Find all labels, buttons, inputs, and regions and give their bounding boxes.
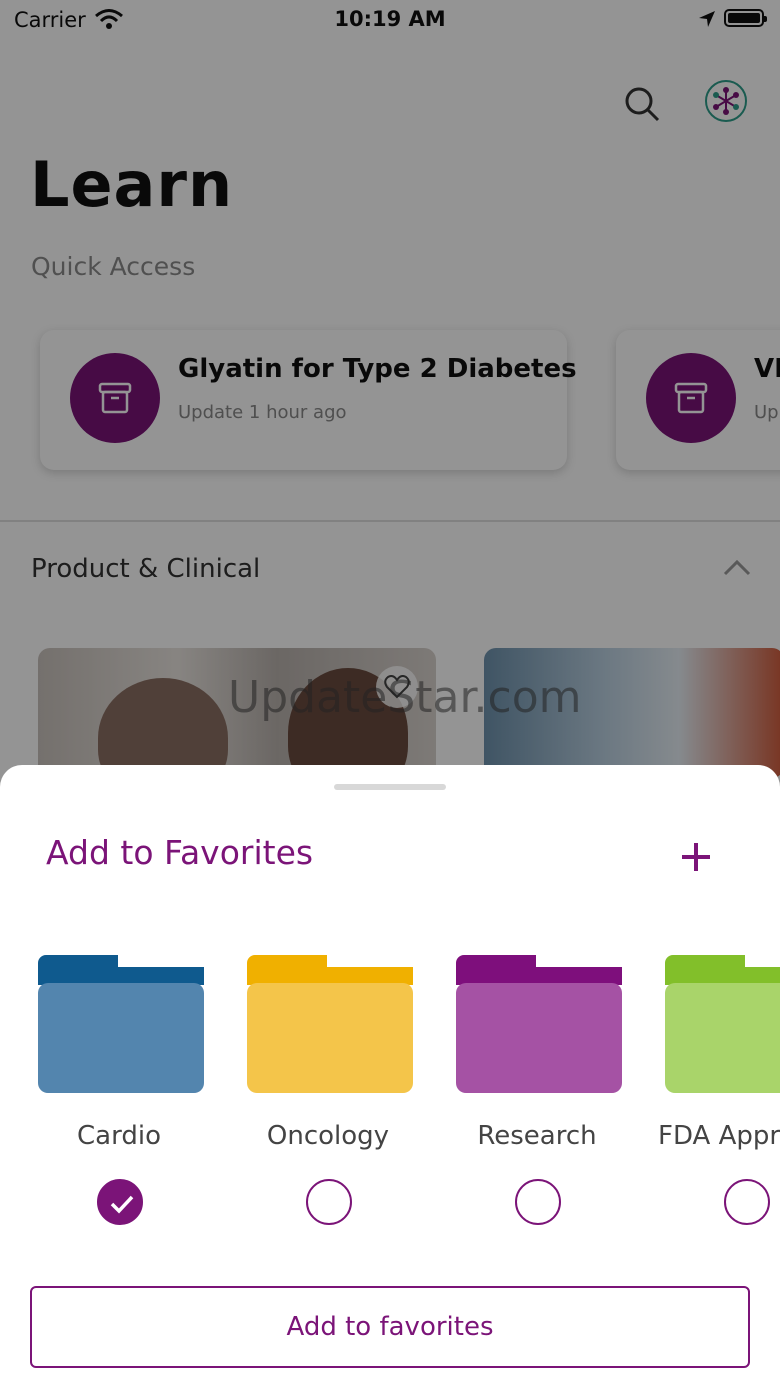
- add-to-favorites-sheet: Add to Favorites Cardio Oncology Researc…: [0, 765, 780, 1387]
- sheet-grabber[interactable]: [334, 784, 446, 790]
- sheet-title: Add to Favorites: [46, 833, 314, 872]
- folder-checkbox-research[interactable]: [515, 1179, 561, 1225]
- folder-fda-approved[interactable]: [665, 955, 780, 1093]
- add-folder-button[interactable]: [676, 837, 716, 877]
- folder-label: Research: [477, 1121, 597, 1151]
- folder-label: Cardio: [77, 1121, 161, 1151]
- folder-cardio[interactable]: [38, 955, 206, 1093]
- folder-checkbox-fda-approved[interactable]: [724, 1179, 770, 1225]
- folder-checkbox-cardio[interactable]: [97, 1179, 143, 1225]
- folder-research[interactable]: [456, 955, 624, 1093]
- add-to-favorites-button[interactable]: Add to favorites: [30, 1286, 750, 1368]
- folder-checkbox-oncology[interactable]: [306, 1179, 352, 1225]
- folder-label: FDA Appro: [658, 1121, 780, 1151]
- folder-oncology[interactable]: [247, 955, 415, 1093]
- checkmark-icon: [110, 1195, 134, 1214]
- folder-label: Oncology: [266, 1121, 390, 1151]
